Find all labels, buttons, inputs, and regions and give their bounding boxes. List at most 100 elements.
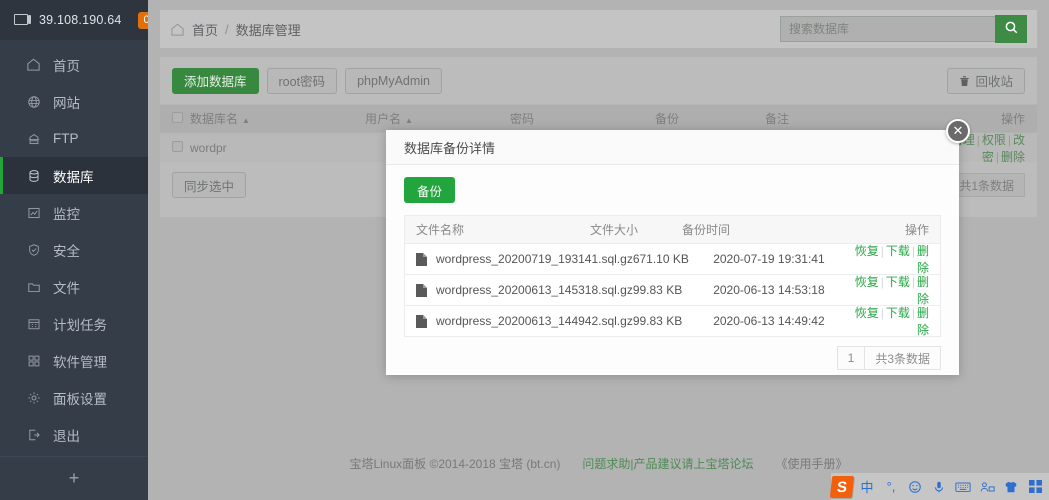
sidebar-item-ftp[interactable]: FTP	[0, 120, 148, 157]
row-action-download[interactable]: 下载	[886, 275, 910, 289]
action-separator: |	[911, 244, 915, 258]
cell-backuptime: 2020-06-13 14:49:42	[713, 314, 825, 328]
breadcrumb-bar: 首页 / 数据库管理	[160, 10, 1037, 48]
gear-icon	[26, 390, 41, 405]
row-checkbox[interactable]	[160, 140, 190, 155]
smiley-icon[interactable]	[905, 476, 925, 497]
column-header-backup: 备份	[655, 112, 680, 126]
page-number[interactable]: 1	[836, 346, 866, 370]
sort-asc-icon[interactable]: ▲	[242, 116, 250, 125]
search-button[interactable]	[995, 15, 1027, 43]
punctuation-toggle-icon[interactable]: °,	[881, 476, 901, 497]
ime-toolbar: S 中 °,	[829, 473, 1049, 500]
sidebar-item-label: FTP	[53, 131, 79, 146]
file-icon	[416, 252, 427, 266]
footer-manual-link[interactable]: 《使用手册》	[776, 455, 848, 472]
row-action-restore[interactable]: 恢复	[855, 244, 879, 258]
phpmyadmin-button[interactable]: phpMyAdmin	[345, 67, 443, 94]
sidebar-item-monitor[interactable]: 监控	[0, 194, 148, 231]
sidebar-item-database[interactable]: 数据库	[0, 157, 148, 194]
sidebar-item-files[interactable]: 文件	[0, 268, 148, 305]
microphone-icon[interactable]	[929, 476, 949, 497]
sidebar-item-label: 计划任务	[53, 317, 107, 333]
row-action-permission[interactable]: 权限	[982, 133, 1006, 147]
select-all-checkbox[interactable]	[160, 111, 190, 126]
row-action-delete[interactable]: 删除	[917, 244, 929, 275]
cell-dbname: wordpr	[190, 140, 227, 155]
backup-detail-modal: ✕ 数据库备份详情 备份 文件名称 文件大小 备份时间 操作 wordpress…	[386, 119, 970, 375]
column-header-filename: 文件名称	[416, 223, 465, 237]
cell-filesize: 99.83 KB	[632, 314, 683, 328]
cell-filename: wordpress_20200613_145318.sql.gz	[405, 283, 633, 297]
database-icon	[26, 168, 41, 183]
skin-shirt-icon[interactable]	[1001, 476, 1021, 497]
cell-filename: wordpress_20200613_144942.sql.gz	[405, 314, 633, 328]
modal-pagination: 1 共3条数据	[836, 346, 941, 370]
filename-text: wordpress_20200613_144942.sql.gz	[436, 314, 633, 328]
cell-filename: wordpress_20200719_193141.sql.gz	[405, 252, 633, 266]
footer-copyright: 宝塔Linux面板 ©2014-2018 宝塔 (bt.cn)	[349, 457, 561, 471]
sort-asc-icon[interactable]: ▲	[405, 116, 413, 125]
screenshot-icon[interactable]	[977, 476, 997, 497]
breadcrumb-home[interactable]: 首页	[192, 20, 218, 39]
sync-selected-button[interactable]: 同步选中	[172, 172, 247, 198]
language-toggle-icon[interactable]: 中	[857, 476, 877, 497]
cell-actions: 恢复 | 下载 | 删除	[853, 304, 940, 338]
column-header-actions: 操作	[904, 223, 929, 237]
sidebar-item-logout[interactable]: 退出	[0, 416, 148, 453]
sidebar-item-software[interactable]: 软件管理	[0, 342, 148, 379]
search-input[interactable]	[780, 16, 995, 42]
cell-actions: 恢复 | 下载 | 删除	[853, 273, 940, 307]
toolbox-grid-icon[interactable]	[1025, 476, 1045, 497]
table-row[interactable]: wordpress_20200719_193141.sql.gz 671.10 …	[404, 244, 941, 275]
row-action-delete[interactable]: 删除	[1001, 150, 1025, 164]
panel-toolbar: 添加数据库 root密码 phpMyAdmin 回收站	[160, 57, 1037, 104]
row-action-delete[interactable]: 删除	[917, 306, 929, 337]
logout-icon	[26, 427, 41, 442]
table-row[interactable]: wordpress_20200613_145318.sql.gz 99.83 K…	[404, 275, 941, 306]
sidebar-item-settings[interactable]: 面板设置	[0, 379, 148, 416]
sidebar-item-cron[interactable]: 计划任务	[0, 305, 148, 342]
breadcrumb-current: 数据库管理	[235, 22, 301, 38]
sidebar-item-website[interactable]: 网站	[0, 83, 148, 120]
sidebar-item-security[interactable]: 安全	[0, 231, 148, 268]
sidebar-item-label: 退出	[53, 428, 80, 444]
folder-icon	[26, 279, 41, 294]
recycle-bin-label: 回收站	[975, 75, 1013, 89]
close-icon[interactable]: ✕	[946, 119, 970, 143]
server-ip-text: 39.108.190.64	[39, 13, 122, 27]
add-server-button[interactable]: +	[0, 456, 148, 500]
row-action-restore[interactable]: 恢复	[855, 306, 879, 320]
recycle-bin-button[interactable]: 回收站	[947, 67, 1025, 94]
add-database-button[interactable]: 添加数据库	[172, 67, 259, 94]
sidebar-item-home[interactable]: 首页	[0, 46, 148, 83]
table-row[interactable]: wordpress_20200613_144942.sql.gz 99.83 K…	[404, 306, 941, 337]
row-action-download[interactable]: 下载	[886, 244, 910, 258]
column-header-password: 密码	[510, 112, 535, 126]
monitor-chart-icon	[26, 205, 41, 220]
modal-body: 备份 文件名称 文件大小 备份时间 操作 wordpress_20200719_…	[386, 165, 959, 337]
action-separator: |	[911, 306, 915, 320]
sidebar-item-label: 网站	[53, 95, 80, 111]
monitor-icon	[14, 13, 31, 27]
filename-text: wordpress_20200719_193141.sql.gz	[436, 252, 633, 266]
row-action-delete[interactable]: 删除	[917, 275, 929, 306]
sidebar-item-label: 安全	[53, 243, 80, 259]
sidebar-item-label: 数据库	[53, 169, 94, 185]
total-count: 共3条数据	[865, 346, 941, 370]
row-action-download[interactable]: 下载	[886, 306, 910, 320]
column-header-username[interactable]: 用户名 ▲	[365, 110, 510, 127]
column-header-dbname[interactable]: 数据库名 ▲	[190, 110, 365, 127]
footer-forum-link[interactable]: 问题求助|产品建议请上宝塔论坛	[582, 455, 753, 472]
row-action-restore[interactable]: 恢复	[855, 275, 879, 289]
keyboard-icon[interactable]	[953, 476, 973, 497]
sogou-logo-icon[interactable]: S	[829, 475, 855, 498]
root-password-button[interactable]: root密码	[266, 67, 338, 94]
page-footer: 宝塔Linux面板 ©2014-2018 宝塔 (bt.cn) 问题求助|产品建…	[148, 455, 1049, 472]
globe-icon	[26, 94, 41, 109]
sidebar-item-label: 首页	[53, 58, 80, 74]
backup-button[interactable]: 备份	[404, 177, 456, 203]
calendar-icon	[26, 316, 41, 331]
server-ip-bar[interactable]: 39.108.190.64 0	[0, 0, 156, 40]
column-header-backuptime: 备份时间	[682, 223, 731, 237]
